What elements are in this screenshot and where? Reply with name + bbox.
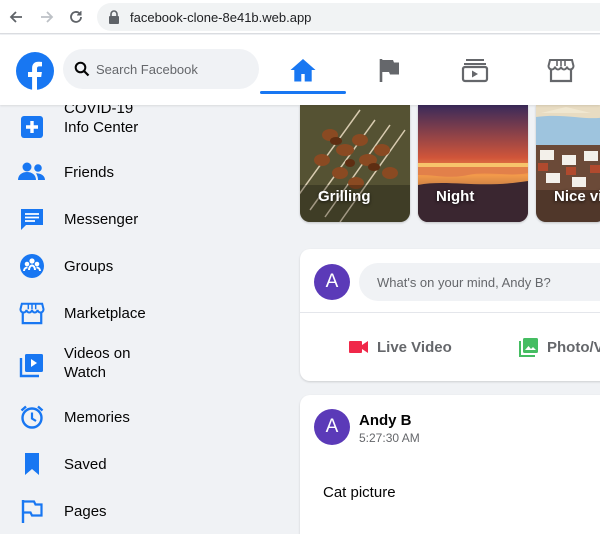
left-sidebar: COVID-19 Info Center Friends Messenger G… [0, 105, 280, 534]
url-text: facebook-clone-8e41b.web.app [130, 9, 312, 25]
post-author[interactable]: Andy B [359, 412, 412, 429]
photo-video-label: Photo/V [547, 338, 600, 356]
lock-icon [108, 10, 122, 24]
search-box[interactable] [63, 49, 259, 89]
messenger-icon [17, 204, 47, 234]
videocam-icon [347, 337, 371, 357]
store-icon [17, 298, 47, 328]
medical-plus-icon [17, 112, 47, 142]
arrow-right-icon [41, 11, 54, 23]
story-card[interactable]: Grilling [300, 105, 410, 222]
feed-post: A Andy B 5:27:30 AM Cat picture [300, 395, 600, 534]
sidebar-item-label: Saved [64, 455, 107, 473]
sidebar-item-videos-on-watch[interactable]: Videos on Watch [0, 343, 280, 387]
post-timestamp[interactable]: 5:27:30 AM [359, 431, 420, 445]
live-video-label: Live Video [377, 338, 452, 356]
flag-icon [379, 59, 399, 82]
arrow-left-icon [9, 11, 22, 23]
store-icon [547, 59, 575, 83]
sidebar-item-friends[interactable]: Friends [0, 150, 280, 194]
sidebar-item-label: Friends [64, 163, 115, 181]
top-navigation [0, 35, 600, 105]
sidebar-item-label: Memories [64, 408, 130, 426]
sidebar-item-label: Groups [64, 257, 114, 275]
sidebar-item-pages[interactable]: Pages [0, 489, 280, 533]
avatar[interactable]: A [314, 264, 350, 300]
flag-outline-icon [17, 496, 47, 526]
live-video-button[interactable]: Live Video [347, 337, 452, 357]
back-button[interactable] [6, 7, 26, 27]
alarm-clock-icon [17, 402, 47, 432]
sidebar-item-groups[interactable]: Groups [0, 244, 280, 288]
post-text: Cat picture [323, 484, 396, 501]
divider [300, 312, 600, 313]
bookmark-icon [17, 449, 47, 479]
sidebar-item-marketplace[interactable]: Marketplace [0, 291, 280, 335]
sidebar-item-saved[interactable]: Saved [0, 442, 280, 486]
sidebar-item-label: Videos on Watch [64, 345, 131, 381]
whats-on-your-mind-input[interactable]: What's on your mind, Andy B? [359, 263, 600, 301]
search-icon [74, 61, 90, 77]
story-label: Nice vi [554, 188, 600, 205]
video-icon [461, 59, 489, 83]
forward-button[interactable] [37, 7, 57, 27]
create-post-box: A What's on your mind, Andy B? Live Vide… [300, 249, 600, 381]
photo-video-button[interactable]: Photo/V [517, 337, 600, 357]
address-bar[interactable]: facebook-clone-8e41b.web.app [97, 3, 600, 31]
story-label: Grilling [318, 188, 371, 205]
sidebar-item-messenger[interactable]: Messenger [0, 197, 280, 241]
home-icon [290, 59, 316, 82]
tab-watch[interactable] [432, 49, 518, 91]
friends-icon [17, 157, 47, 187]
facebook-logo[interactable] [16, 52, 54, 90]
tab-marketplace[interactable] [518, 49, 600, 91]
facebook-f-icon [28, 61, 42, 90]
story-card[interactable]: Nice vi [536, 105, 600, 222]
video-library-icon [17, 350, 47, 380]
sidebar-item-label: COVID-19 Info Center [64, 105, 139, 136]
sidebar-item-memories[interactable]: Memories [0, 395, 280, 439]
story-card[interactable]: Night [418, 105, 528, 222]
reload-button[interactable] [66, 7, 86, 27]
tab-home[interactable] [260, 49, 346, 94]
avatar[interactable]: A [314, 409, 350, 445]
photo-library-icon [517, 337, 541, 357]
story-label: Night [436, 188, 475, 205]
sidebar-item-covid-info[interactable]: COVID-19 Info Center [0, 105, 280, 149]
browser-toolbar: facebook-clone-8e41b.web.app [0, 0, 600, 34]
groups-icon [17, 251, 47, 281]
search-input[interactable] [96, 61, 256, 77]
sidebar-item-label: Marketplace [64, 304, 146, 322]
sidebar-item-label: Pages [64, 502, 107, 520]
reload-icon [70, 11, 82, 23]
sidebar-item-label: Messenger [64, 210, 139, 228]
tab-pages[interactable] [346, 49, 432, 91]
